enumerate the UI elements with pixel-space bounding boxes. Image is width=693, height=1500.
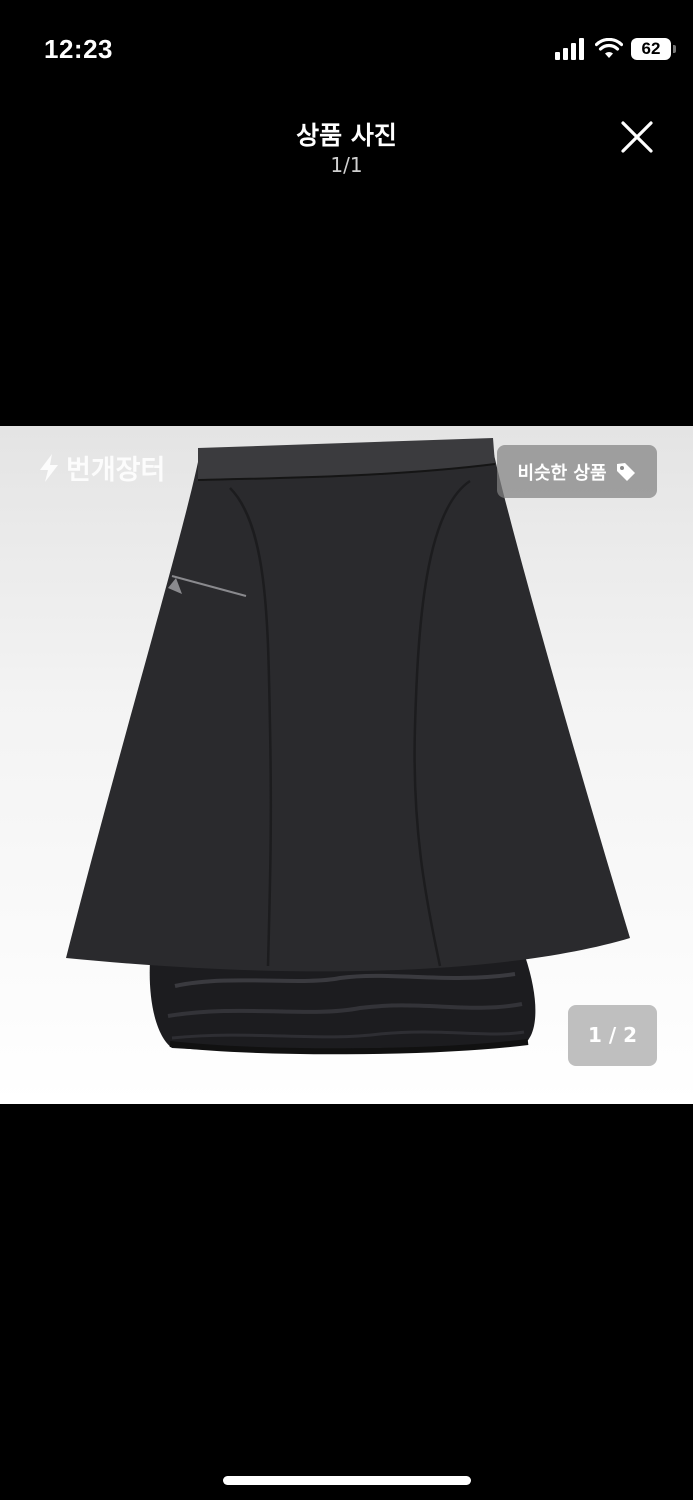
status-bar: 12:23 62 (0, 0, 693, 100)
similar-products-button[interactable]: 비슷한 상품 (497, 445, 657, 498)
watermark-text: 번개장터 (66, 455, 166, 486)
product-photo[interactable]: 번개장터 비슷한 상품 1 / 2 (0, 426, 693, 1104)
page-title: 상품 사진 (296, 121, 397, 150)
lightning-icon (40, 453, 58, 482)
status-time: 12:23 (44, 34, 113, 64)
close-icon (621, 121, 653, 153)
wifi-icon (595, 38, 623, 58)
status-icons: 62 (555, 38, 676, 60)
similar-products-label: 비슷한 상품 (517, 462, 607, 484)
tag-icon (616, 462, 635, 481)
close-button[interactable] (612, 112, 662, 162)
watermark: 번개장터 (38, 448, 165, 487)
signal-icon (555, 38, 584, 60)
photo-counter: 1 / 2 (568, 1005, 657, 1066)
battery-level: 62 (641, 39, 661, 58)
home-indicator[interactable] (223, 1476, 471, 1485)
skirt-image (66, 438, 630, 1055)
image-counter: 1/1 (330, 153, 363, 177)
battery-icon: 62 (631, 38, 676, 60)
